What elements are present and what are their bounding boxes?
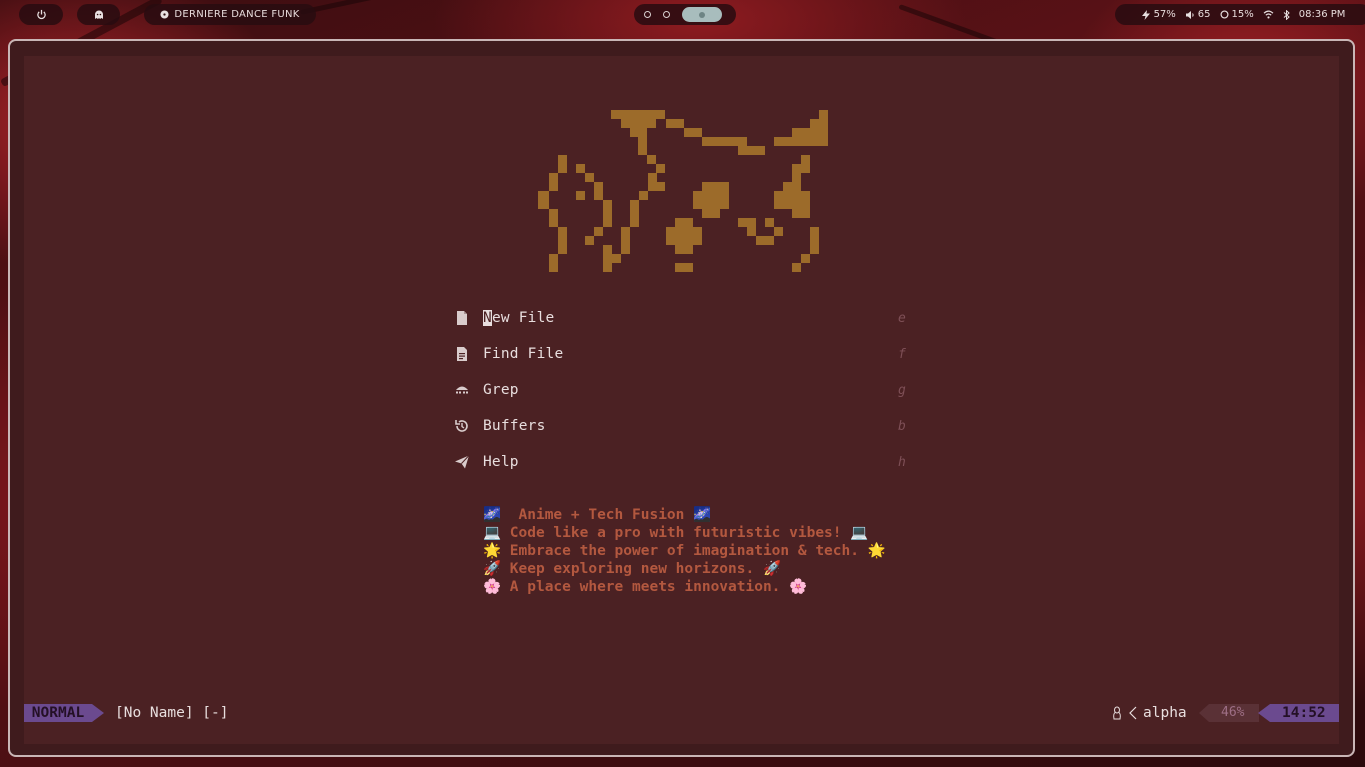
chevron-left-icon — [1129, 706, 1137, 720]
menu-item-new-file[interactable]: New File e — [454, 306, 914, 330]
power-button[interactable] — [19, 4, 63, 25]
battery-charging-icon — [1141, 9, 1150, 20]
filetype: alpha — [1112, 704, 1187, 722]
menu-label: Grep — [483, 382, 519, 398]
quote-line: 🌟 Embrace the power of imagination & tec… — [483, 543, 886, 559]
linux-icon — [1113, 706, 1121, 720]
terminal-window: New File e Find File f Grep g Buffers b … — [8, 39, 1355, 757]
workspace-2[interactable] — [663, 11, 670, 18]
workspace-3-active[interactable] — [682, 7, 722, 22]
cpu-indicator[interactable]: 15% — [1220, 9, 1254, 20]
clock[interactable]: 08:36 PM — [1299, 9, 1346, 20]
menu-key: f — [898, 346, 906, 362]
wifi-icon — [1263, 10, 1274, 19]
menu-key: h — [898, 454, 906, 470]
dashboard-logo — [538, 110, 828, 272]
power-icon — [36, 9, 46, 20]
volume-icon — [1185, 10, 1194, 19]
menu-label: New File — [483, 310, 555, 326]
statusline-clock: 14:52 — [1282, 705, 1326, 721]
neovim-editor: New File e Find File f Grep g Buffers b … — [24, 56, 1339, 744]
volume-indicator[interactable]: 65 — [1185, 9, 1211, 20]
send-icon — [455, 455, 470, 469]
find-file-icon — [457, 347, 467, 361]
menu-label: Help — [483, 454, 519, 470]
bluetooth-icon — [1283, 9, 1290, 20]
battery-indicator[interactable]: 57% — [1141, 9, 1176, 20]
filetype-label: alpha — [1143, 705, 1187, 721]
bluetooth-indicator[interactable] — [1283, 9, 1290, 20]
mode-indicator: NORMAL — [24, 704, 92, 722]
quote-line: 🚀 Keep exploring new horizons. 🚀 — [483, 561, 782, 577]
menu-key: g — [898, 382, 906, 398]
quote-line: 🌌 Anime + Tech Fusion 🌌 — [483, 507, 712, 523]
ghost-icon — [94, 10, 103, 19]
quote-line: 💻 Code like a pro with futuristic vibes!… — [483, 525, 869, 541]
workspace-switcher — [634, 4, 736, 25]
menu-item-find-file[interactable]: Find File f — [454, 342, 914, 366]
history-icon — [455, 420, 468, 432]
media-title: DERNIERE DANCE FUNK — [174, 9, 300, 20]
menu-label: Find File — [483, 346, 564, 362]
quote-line: 🌸 A place where meets innovation. 🌸 — [483, 579, 808, 595]
dashboard-footer-quotes: 🌌 Anime + Tech Fusion 🌌 💻 Code like a pr… — [483, 506, 886, 596]
statusline: NORMAL [No Name] [-] alpha 46% 14:52 — [24, 704, 1339, 722]
grep-icon — [456, 386, 468, 394]
music-disc-icon — [160, 10, 169, 19]
filename: [No Name] [-] — [115, 705, 229, 721]
menu-item-grep[interactable]: Grep g — [454, 378, 914, 402]
workspace-1[interactable] — [644, 11, 651, 18]
menu-item-buffers[interactable]: Buffers b — [454, 414, 914, 438]
menu-key: b — [898, 418, 906, 434]
menu-key: e — [898, 310, 906, 326]
menu-label: Buffers — [483, 418, 546, 434]
media-widget[interactable]: DERNIERE DANCE FUNK — [144, 4, 316, 25]
ghost-button[interactable] — [77, 4, 120, 25]
scroll-progress: 46% — [1221, 705, 1245, 720]
system-tray: 57% 65 15% 08:36 PM — [1115, 4, 1365, 25]
wifi-indicator[interactable] — [1263, 10, 1274, 19]
new-file-icon — [457, 311, 467, 325]
menu-item-help[interactable]: Help h — [454, 450, 914, 474]
cpu-ring-icon — [1220, 10, 1229, 19]
top-bar: DERNIERE DANCE FUNK 57% 65 15% 08:36 PM — [0, 0, 1365, 30]
mode-separator — [92, 704, 104, 722]
